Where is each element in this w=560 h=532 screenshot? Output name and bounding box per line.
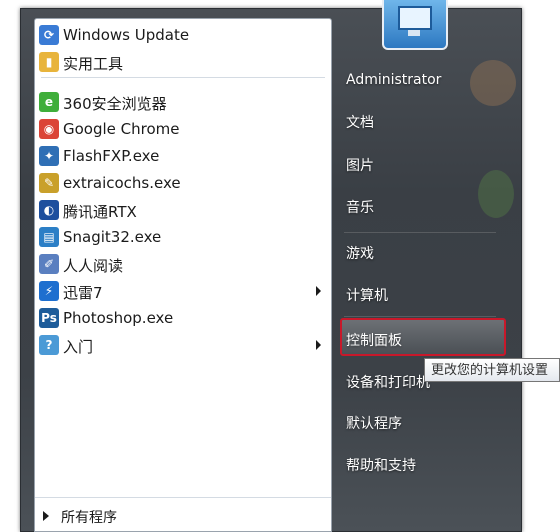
- places-item[interactable]: 计算机: [346, 285, 388, 305]
- places-separator: [344, 232, 496, 233]
- photoshop-icon: Ps: [39, 308, 59, 328]
- program-item-label: Google Chrome: [63, 120, 180, 138]
- program-item[interactable]: ✐ 人人阅读: [35, 251, 331, 277]
- renren-reader-icon: ✐: [39, 254, 59, 274]
- program-item-label: extraicochs.exe: [63, 174, 181, 192]
- program-item[interactable]: ⚡ 迅雷7: [35, 278, 331, 304]
- getting-started-icon: ?: [39, 335, 59, 355]
- all-programs-label: 所有程序: [61, 510, 117, 526]
- program-item-label: 入门: [63, 338, 94, 356]
- submenu-arrow-icon: [316, 286, 321, 296]
- snagit-icon: ▤: [39, 227, 59, 247]
- places-separator: [344, 316, 496, 317]
- all-programs-button[interactable]: 所有程序: [35, 497, 331, 532]
- program-item[interactable]: ◉ Google Chrome: [35, 116, 331, 142]
- program-item[interactable]: Ps Photoshop.exe: [35, 305, 331, 331]
- places-pane: Administrator文档图片音乐游戏计算机控制面板设备和打印机默认程序帮助…: [330, 0, 520, 530]
- program-item[interactable]: ? 入门: [35, 332, 331, 358]
- program-item[interactable]: e 360安全浏览器: [35, 89, 331, 115]
- program-item[interactable]: ⟳ Windows Update: [35, 22, 331, 48]
- places-item[interactable]: 文档: [346, 112, 374, 132]
- rtx-icon: ◐: [39, 200, 59, 220]
- program-item[interactable]: ✎ extraicochs.exe: [35, 170, 331, 196]
- submenu-arrow-icon: [316, 340, 321, 350]
- xunlei-icon: ⚡: [39, 281, 59, 301]
- places-item[interactable]: 图片: [346, 155, 374, 175]
- triangle-right-icon: [43, 511, 49, 521]
- program-item[interactable]: ▤ Snagit32.exe: [35, 224, 331, 250]
- program-item-label: Snagit32.exe: [63, 228, 162, 246]
- places-item[interactable]: 音乐: [346, 197, 374, 217]
- program-item-label: 实用工具: [63, 55, 124, 73]
- program-item[interactable]: ◐ 腾讯通RTX: [35, 197, 331, 223]
- program-item-label: Windows Update: [63, 26, 190, 44]
- windows-update-icon: ⟳: [39, 25, 59, 45]
- control-panel-highlight: [340, 318, 506, 356]
- folder-icon: ▮: [39, 52, 59, 72]
- chrome-icon: ◉: [39, 119, 59, 139]
- program-item[interactable]: ▮ 实用工具: [35, 49, 331, 75]
- 360-browser-icon: e: [39, 92, 59, 112]
- program-item-label: 人人阅读: [63, 257, 124, 275]
- username-link[interactable]: Administrator: [346, 72, 441, 88]
- program-item-label: Photoshop.exe: [63, 309, 174, 327]
- flashfxp-icon: ✦: [39, 146, 59, 166]
- extraicochs-icon: ✎: [39, 173, 59, 193]
- program-item-label: FlashFXP.exe: [63, 147, 160, 165]
- tooltip: 更改您的计算机设置: [424, 358, 560, 382]
- program-list-pane: ⟳ Windows Update ▮ 实用工具 e 360安全浏览器 ◉ Google Chr…: [34, 18, 332, 532]
- places-item[interactable]: 设备和打印机: [346, 372, 430, 392]
- places-item[interactable]: 默认程序: [346, 413, 402, 433]
- program-item-label: 360安全浏览器: [63, 95, 167, 113]
- pinned-separator: [41, 77, 325, 78]
- program-item-label: 腾讯通RTX: [63, 203, 137, 221]
- places-item[interactable]: 游戏: [346, 243, 374, 263]
- program-item-label: 迅雷7: [63, 284, 103, 302]
- places-item[interactable]: 帮助和支持: [346, 455, 416, 475]
- program-item[interactable]: ✦ FlashFXP.exe: [35, 143, 331, 169]
